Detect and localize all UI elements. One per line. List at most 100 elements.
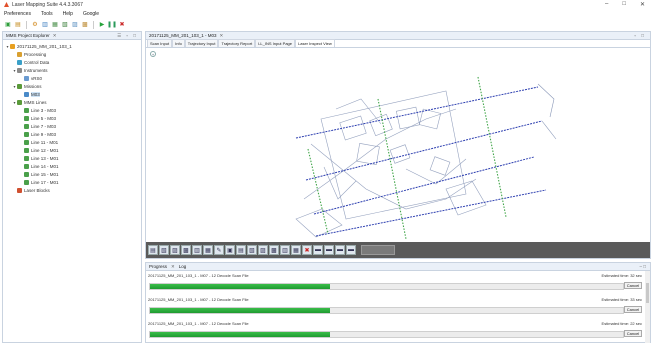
tree-item[interactable]: Line 13 - M01 [5, 154, 139, 162]
view-tool-icon[interactable]: ▩ [269, 245, 279, 255]
view-tool-icon[interactable]: ▤ [236, 245, 246, 255]
progress-tab-bar: Progress ✕ Log – □ [146, 263, 650, 271]
editor-tab-label[interactable]: 20171125_MM_201_103_1 - M03 [149, 33, 216, 38]
scrollbar-thumb[interactable] [646, 283, 649, 303]
tree-item[interactable]: Line 15 - M01 [5, 170, 139, 178]
tree-item[interactable]: vRS0 [5, 74, 139, 82]
tree-item[interactable]: Line 5 - M03 [5, 114, 139, 122]
tree-item[interactable]: Line 17 - M01 [5, 178, 139, 186]
view-tool-icon[interactable]: ▦ [203, 245, 213, 255]
close-icon[interactable]: ✕ [219, 33, 223, 39]
open-icon[interactable]: ▤ [14, 21, 22, 29]
node-icon [24, 131, 29, 137]
tree-item[interactable]: Line 14 - M01 [5, 162, 139, 170]
node-icon [24, 115, 29, 121]
maximize-button[interactable]: □ [622, 1, 626, 8]
tree-item[interactable]: ▾ 20171125_MM_201_103_1 [5, 42, 139, 50]
view-tool-icon[interactable]: ▣ [225, 245, 235, 255]
cancel-button[interactable]: Cancel [624, 282, 642, 289]
view-tool-icon[interactable]: ▬ [313, 245, 323, 255]
view-tool-icon[interactable]: ▬ [346, 245, 356, 255]
close-button[interactable]: ✕ [640, 1, 645, 8]
menu-tools[interactable]: Tools [41, 11, 53, 17]
tree-item[interactable]: M03 [5, 90, 139, 98]
view-tool-icon[interactable]: ▬ [324, 245, 334, 255]
tool-a-icon[interactable]: ▧ [61, 21, 69, 29]
zoom-in-icon[interactable]: + [150, 51, 156, 57]
tree-item[interactable]: Line 12 - M01 [5, 146, 139, 154]
tree-item-label: Line 12 - M01 [31, 147, 59, 153]
menu-preferences[interactable]: Preferences [4, 11, 31, 17]
tree-item[interactable]: Line 7 - M03 [5, 122, 139, 130]
panel-view-controls[interactable]: – □ [640, 264, 646, 269]
tree-item[interactable]: Line 11 - M01 [5, 138, 139, 146]
editor-subtab[interactable]: Scan Input [147, 39, 173, 47]
tool-b-icon[interactable]: ▨ [71, 21, 79, 29]
menu-help[interactable]: Help [63, 11, 73, 17]
menu-google[interactable]: Google [83, 11, 99, 17]
tree-item[interactable]: ▾ Instruments [5, 66, 139, 74]
node-icon [24, 171, 29, 177]
trajectory-plot [295, 76, 557, 240]
progress-bar [149, 307, 624, 314]
view-tool-icon[interactable]: ▨ [170, 245, 180, 255]
view-tool-field[interactable] [361, 245, 395, 255]
mission-editor: 20171125_MM_201_103_1 - M03 ✕ ▫ □ Scan I… [145, 31, 651, 259]
job-time-remaining: Estimated time: 33 sec [601, 297, 642, 302]
settings-icon[interactable]: ⚙ [31, 21, 39, 29]
export-icon[interactable]: ▦ [51, 21, 59, 29]
tree-item-label: Laser Blocks [24, 187, 50, 193]
tree-item[interactable]: Processing [5, 50, 139, 58]
progress-panel: Progress ✕ Log – □ 20171125_MM_201_103_1… [145, 262, 651, 343]
node-icon [24, 139, 29, 145]
trajectory-view[interactable] [146, 49, 650, 241]
tree-item[interactable]: Line 3 - M03 [5, 106, 139, 114]
tree-item[interactable]: Control Data [5, 58, 139, 66]
project-explorer-tab-label: MMS Project Explorer [6, 33, 50, 38]
panel-view-controls[interactable]: ☰ ▫ □ [117, 33, 138, 39]
tool-c-icon[interactable]: ▩ [81, 21, 89, 29]
stop-icon[interactable]: ✖ [118, 21, 126, 29]
new-icon[interactable]: ▣ [4, 21, 12, 29]
progress-scrollbar[interactable] [645, 271, 650, 343]
view-tool-icon[interactable]: ▧ [159, 245, 169, 255]
minimize-button[interactable]: – [605, 1, 608, 8]
cancel-button[interactable]: Cancel [624, 330, 642, 337]
job-name: 20171125_MM_201_103_1 - M07 - 12 Decode … [148, 297, 249, 302]
view-tool-icon[interactable]: ▤ [148, 245, 158, 255]
tree-item[interactable]: ▾ Missions [5, 82, 139, 90]
view-tool-icon[interactable]: ▥ [192, 245, 202, 255]
editor-subtab[interactable]: Laser Inspect View [295, 39, 335, 47]
tab-log[interactable]: Log [179, 264, 187, 269]
pause-icon[interactable]: ❚❚ [107, 21, 117, 29]
cancel-button[interactable]: Cancel [624, 306, 642, 313]
tab-progress[interactable]: Progress [149, 264, 167, 269]
editor-subtab[interactable]: LL_INS Input Page [255, 39, 295, 47]
node-icon [17, 67, 22, 73]
view-tool-icon[interactable]: ▥ [280, 245, 290, 255]
node-icon [17, 51, 22, 57]
editor-subtab[interactable]: Trajectory Report [218, 39, 256, 47]
editor-subtab[interactable]: Info [172, 39, 185, 47]
view-tool-icon[interactable]: ✎ [214, 245, 224, 255]
view-tool-icon[interactable]: ▨ [258, 245, 268, 255]
tree-item[interactable]: ▾ MMS Lines [5, 98, 139, 106]
view-tool-icon[interactable]: ✖ [302, 245, 312, 255]
view-tool-icon[interactable]: ▩ [181, 245, 191, 255]
editor-view-controls[interactable]: ▫ □ [634, 33, 646, 38]
view-tool-icon[interactable]: ▬ [335, 245, 345, 255]
tree-item-label: Line 7 - M03 [31, 123, 57, 129]
editor-subtabs: Scan Input Info Trajectory Input Trajectory… [146, 39, 650, 48]
tree-item[interactable]: Line 9 - M03 [5, 130, 139, 138]
editor-subtab[interactable]: Trajectory Input [184, 39, 219, 47]
project-explorer-tab[interactable]: MMS Project Explorer ✕ ☰ ▫ □ [3, 32, 141, 40]
import-icon[interactable]: ▥ [41, 21, 49, 29]
tree-item[interactable]: Laser Blocks [5, 186, 139, 194]
view-tool-icon[interactable]: ▦ [291, 245, 301, 255]
tree-item-label: Control Data [24, 59, 50, 65]
play-icon[interactable]: ▶ [98, 21, 106, 29]
close-icon[interactable]: ✕ [53, 33, 57, 39]
view-tool-icon[interactable]: ▧ [247, 245, 257, 255]
close-icon[interactable]: ✕ [171, 264, 175, 270]
job-list: 20171125_MM_201_103_1 - M07 - 12 Decode … [146, 271, 650, 343]
